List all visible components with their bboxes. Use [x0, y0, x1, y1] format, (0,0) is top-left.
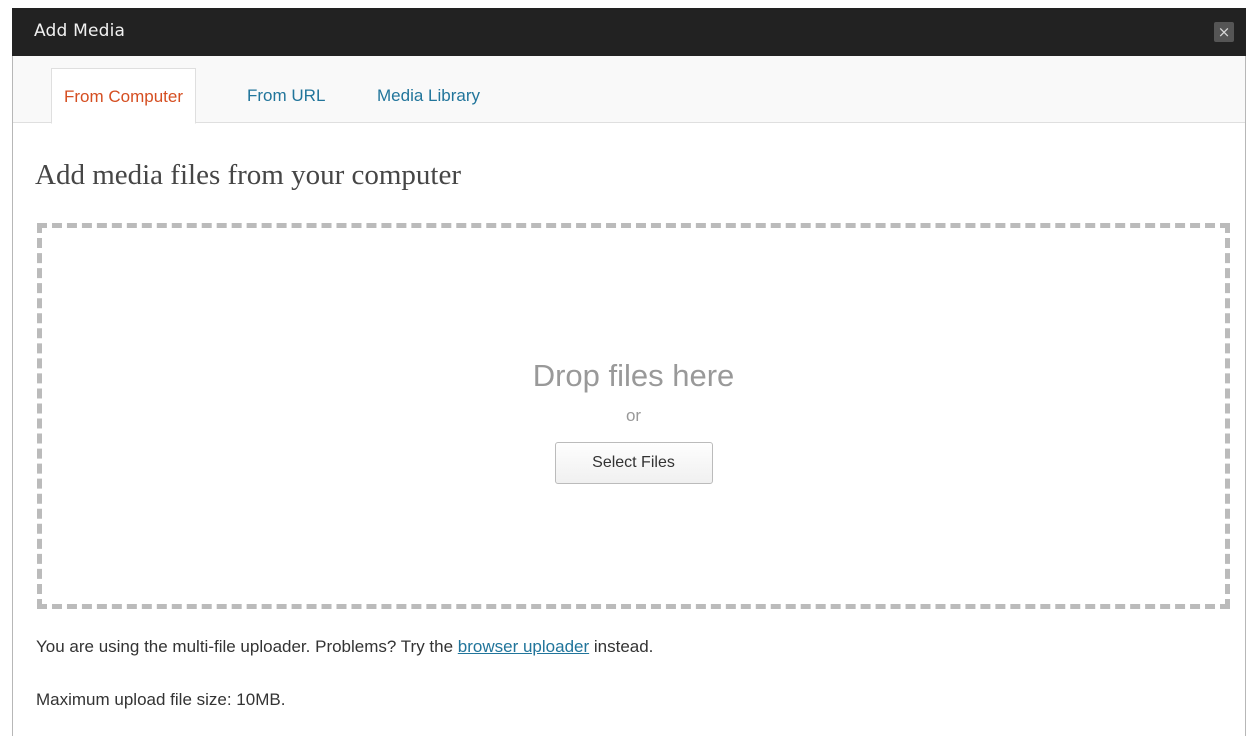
uploader-note: You are using the multi-file uploader. P…	[36, 637, 653, 657]
page-title: Add media files from your computer	[35, 159, 462, 191]
max-upload-size: Maximum upload file size: 10MB.	[36, 690, 286, 709]
select-files-button[interactable]: Select Files	[554, 442, 713, 484]
tab-from-url[interactable]: From URL	[235, 68, 337, 123]
tab-media-library[interactable]: Media Library	[365, 68, 492, 123]
tab-from-computer[interactable]: From Computer	[51, 68, 197, 124]
dialog-body: From Computer From URL Media Library Add…	[12, 56, 1246, 736]
drop-zone[interactable]: Drop files here or Select Files	[37, 223, 1230, 609]
uploader-note-suffix: instead.	[589, 637, 654, 656]
add-media-dialog: Add Media × From Computer From URL Media…	[0, 0, 1258, 736]
page-left-edge	[0, 0, 12, 736]
uploader-note-prefix: You are using the multi-file uploader. P…	[36, 637, 458, 656]
drop-files-label: Drop files here	[532, 358, 735, 393]
tab-bar: From Computer From URL Media Library	[13, 56, 1245, 124]
or-label: or	[625, 406, 642, 425]
dialog-titlebar: Add Media ×	[12, 8, 1246, 56]
dialog-title: Add Media	[34, 21, 126, 41]
browser-uploader-link[interactable]: browser uploader	[458, 637, 589, 656]
close-icon[interactable]: ×	[1214, 22, 1234, 42]
